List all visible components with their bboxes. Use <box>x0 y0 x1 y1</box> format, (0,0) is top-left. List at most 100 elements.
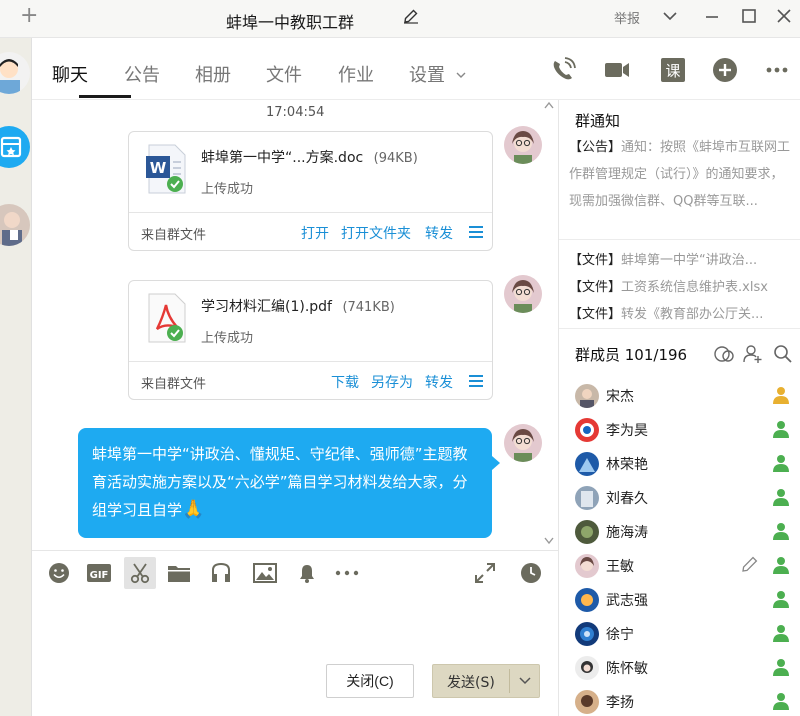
scroll-down-icon[interactable] <box>543 536 555 546</box>
send-button[interactable]: 发送(S) <box>432 664 540 698</box>
chat-history[interactable]: 17:04:54 W 蚌埠第一中学“...方案.doc (94KB) 上传成功 … <box>32 100 558 550</box>
history-icon[interactable] <box>518 560 544 586</box>
folder-icon[interactable] <box>166 560 192 586</box>
report-button[interactable]: 举报 <box>614 8 640 27</box>
message-input[interactable]: 关闭(C) 发送(S) <box>32 596 558 716</box>
close-button[interactable]: 关闭(C) <box>326 664 414 698</box>
sender-avatar[interactable] <box>504 126 542 164</box>
member-avatar <box>575 452 599 476</box>
admin-person-icon <box>773 591 789 608</box>
file-message-card[interactable]: 学习材料汇编(1).pdf (741KB) 上传成功 来自群文件 下载 另存为 … <box>128 280 493 400</box>
pdf-file-icon <box>148 293 186 343</box>
admin-person-icon <box>773 557 789 574</box>
chevron-down-icon[interactable] <box>518 675 532 687</box>
admin-person-icon <box>773 523 789 540</box>
minimize-icon[interactable] <box>700 4 724 28</box>
message-timestamp: 17:04:54 <box>266 105 325 120</box>
emoji-icon[interactable] <box>46 560 72 586</box>
member-name: 林荣艳 <box>606 457 648 473</box>
phone-icon[interactable] <box>548 55 578 85</box>
notice-file-item[interactable]: 【文件】蚌埠第一中学“讲政治... <box>569 249 797 268</box>
file-card-footer: 来自群文件 打开 打开文件夹 转发 <box>129 212 492 251</box>
member-item[interactable]: 陈怀敏 <box>559 650 800 684</box>
course-icon[interactable]: 课 <box>658 55 688 85</box>
menu-icon[interactable] <box>469 375 483 387</box>
add-icon[interactable]: + <box>20 3 38 29</box>
save-as-link[interactable]: 另存为 <box>371 372 413 392</box>
more-icon[interactable] <box>762 55 792 85</box>
tab-album[interactable]: 相册 <box>195 61 231 87</box>
expand-icon[interactable] <box>472 560 498 586</box>
sender-avatar[interactable] <box>504 424 542 462</box>
member-item[interactable]: 施海涛 <box>559 514 800 548</box>
edit-title-icon[interactable] <box>403 8 419 24</box>
chevron-down-icon[interactable] <box>658 4 682 28</box>
course-icon-label: 课 <box>665 62 680 80</box>
member-item[interactable]: 林荣艳 <box>559 446 800 480</box>
title-bar: + 蚌埠一中教职工群 举报 <box>0 0 800 38</box>
notice-file-item[interactable]: 【文件】工资系统信息维护表.xlsx <box>569 276 797 295</box>
contact-avatar[interactable] <box>0 204 30 246</box>
member-item[interactable]: 李扬 <box>559 684 800 716</box>
announcement-preview[interactable]: 【公告】通知：按照《蚌埠市互联网工作群管理规定（试行）》的通知要求，现需加强微信… <box>569 134 795 215</box>
praying-hands-emoji-icon: 🙏 <box>182 499 205 520</box>
menu-icon[interactable] <box>469 226 483 238</box>
add-member-icon[interactable] <box>743 344 763 364</box>
open-file-link[interactable]: 打开 <box>301 223 329 243</box>
group-chat-icon[interactable] <box>714 344 734 364</box>
file-text: 蚌埠第一中学“讲政治... <box>621 253 758 268</box>
text-message-bubble[interactable]: 蚌埠第一中学“讲政治、懂规矩、守纪律、强师德”主题教育活动实施方案以及“六必学”… <box>78 428 492 538</box>
active-tab-indicator <box>79 95 131 98</box>
maximize-icon[interactable] <box>737 4 761 28</box>
message-text: 蚌埠第一中学“讲政治、懂规矩、守纪律、强师德”主题教育活动实施方案以及“六必学”… <box>92 445 468 519</box>
file-name: 学习材料汇编(1).pdf (741KB) <box>201 296 395 316</box>
forward-link[interactable]: 转发 <box>425 372 453 392</box>
tab-homework[interactable]: 作业 <box>338 61 374 87</box>
file-message-card[interactable]: W 蚌埠第一中学“...方案.doc (94KB) 上传成功 来自群文件 打开 … <box>128 131 493 251</box>
member-item[interactable]: 刘春久 <box>559 480 800 514</box>
scissors-icon[interactable] <box>124 557 156 589</box>
file-card-footer: 来自群文件 下载 另存为 转发 <box>129 361 492 400</box>
image-icon[interactable] <box>252 560 278 586</box>
notice-file-item[interactable]: 【文件】转发《教育部办公厅关... <box>569 303 797 322</box>
file-tag: 【文件】 <box>569 280 622 295</box>
user-avatar[interactable] <box>0 52 30 94</box>
open-folder-link[interactable]: 打开文件夹 <box>341 223 411 243</box>
member-item[interactable]: 宋杰 <box>559 378 800 412</box>
bubble-tail <box>492 456 500 470</box>
member-name: 徐宁 <box>606 627 634 643</box>
member-item[interactable]: 武志强 <box>559 582 800 616</box>
tab-chat[interactable]: 聊天 <box>52 61 88 87</box>
bell-icon[interactable] <box>294 560 320 586</box>
upload-status: 上传成功 <box>201 331 254 346</box>
file-name-text: 学习材料汇编(1).pdf <box>201 299 332 315</box>
member-avatar <box>575 622 599 646</box>
gif-icon[interactable]: GIF <box>86 560 112 586</box>
forward-link[interactable]: 转发 <box>425 223 453 243</box>
member-item[interactable]: 徐宁 <box>559 616 800 650</box>
file-name: 蚌埠第一中学“...方案.doc (94KB) <box>201 147 418 167</box>
search-icon[interactable] <box>773 344 793 364</box>
member-item[interactable]: 李为昊 <box>559 412 800 446</box>
music-icon[interactable] <box>208 560 234 586</box>
tab-settings[interactable]: 设置 <box>409 61 467 87</box>
video-icon[interactable] <box>602 55 632 85</box>
tab-announcements[interactable]: 公告 <box>124 61 160 87</box>
edit-icon[interactable] <box>741 555 759 573</box>
calendar-app-icon[interactable] <box>0 126 30 168</box>
member-avatar <box>575 554 599 578</box>
app-rail <box>0 38 32 716</box>
member-item[interactable]: 王敏 <box>559 548 800 582</box>
member-avatar <box>575 690 599 714</box>
add-app-icon[interactable] <box>710 55 740 85</box>
sender-avatar[interactable] <box>504 275 542 313</box>
more-icon[interactable] <box>334 560 360 586</box>
admin-person-icon <box>773 489 789 506</box>
tab-files[interactable]: 文件 <box>266 61 302 87</box>
close-icon[interactable] <box>772 4 796 28</box>
download-link[interactable]: 下载 <box>331 372 359 392</box>
admin-person-icon <box>773 659 789 676</box>
file-tag: 【文件】 <box>569 253 622 268</box>
scroll-up-icon[interactable] <box>543 100 555 110</box>
divider <box>559 328 800 329</box>
